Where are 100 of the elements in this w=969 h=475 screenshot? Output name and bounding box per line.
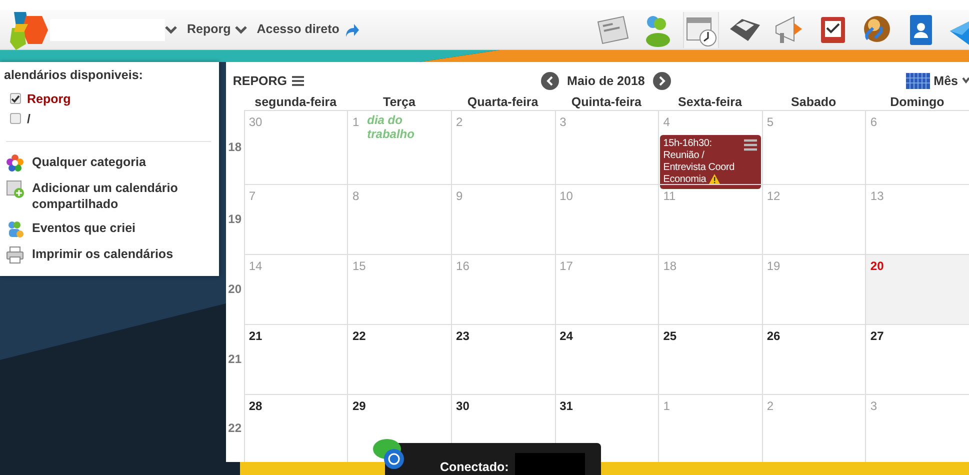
day-number: 10: [560, 188, 573, 205]
calendar-checkbox[interactable]: [10, 113, 21, 124]
day-number: 22: [352, 328, 366, 345]
day-cell[interactable]: 5: [762, 110, 866, 184]
month-grid-icon[interactable]: [906, 73, 930, 89]
shortcut-link[interactable]: Acesso direto: [256, 20, 360, 39]
day-cell[interactable]: 1: [658, 394, 762, 462]
menu-dropdown[interactable]: Reporg: [187, 20, 247, 39]
users-gear-icon[interactable]: [6, 220, 24, 238]
day-cell[interactable]: 16: [451, 254, 555, 324]
sidebar-link[interactable]: Eventos que criei: [32, 220, 136, 236]
menu-icon[interactable]: [291, 75, 306, 87]
day-cell[interactable]: 10: [554, 184, 658, 254]
day-cell[interactable]: 2: [762, 394, 866, 462]
printer-icon[interactable]: [6, 246, 24, 264]
day-cell[interactable]: 3: [554, 110, 658, 184]
day-cell[interactable]: 20: [865, 254, 969, 324]
flower-icon[interactable]: [6, 154, 24, 172]
week-number: 19: [227, 211, 243, 228]
chevron-icon[interactable]: [962, 76, 969, 86]
week-number: 18: [227, 139, 243, 156]
day-cell[interactable]: 7: [244, 184, 348, 254]
day-number: 30: [456, 398, 470, 415]
day-number: 30: [248, 114, 262, 131]
chevron-right-icon: [656, 76, 667, 86]
day-number: 3: [560, 114, 566, 131]
chevron-left-icon: [545, 76, 556, 86]
day-cell[interactable]: 21: [244, 324, 348, 394]
day-number: 16: [456, 258, 470, 275]
day-number: 9: [456, 188, 463, 205]
day-cell[interactable]: 27: [865, 324, 969, 394]
calendar-add-icon[interactable]: [6, 180, 24, 198]
view-dropdown[interactable]: Mês: [934, 72, 958, 90]
day-number: 23: [456, 328, 470, 345]
event-card[interactable]: 15h-16h30: Reunião / Entrevista Coord Economia: [660, 135, 761, 189]
day-cell[interactable]: 18: [658, 254, 762, 324]
day-cell[interactable]: 11: [658, 184, 762, 254]
sidebar-title: alendários disponiveis:: [4, 67, 144, 84]
next-month-button[interactable]: [652, 72, 671, 90]
day-cell[interactable]: 30: [244, 110, 348, 184]
day-number: 13: [870, 188, 884, 205]
day-number: 25: [663, 328, 677, 345]
day-number: 1: [352, 114, 360, 131]
calendar-title: REPORG: [232, 72, 288, 90]
day-number: 12: [766, 188, 780, 205]
holiday-label: dia do trabalho: [367, 113, 416, 141]
week-number: 20: [227, 281, 243, 298]
day-number: 19: [766, 258, 780, 275]
previous-month-button[interactable]: [541, 72, 560, 90]
day-number: 8: [352, 188, 360, 205]
weekday-header: Terça: [382, 94, 416, 110]
weekday-header: Quarta-feira: [466, 94, 540, 110]
day-cell[interactable]: 9: [451, 184, 555, 254]
calendar-name[interactable]: /: [27, 112, 30, 126]
search-field[interactable]: [50, 18, 165, 40]
day-cell[interactable]: 3: [865, 394, 969, 462]
day-number: 29: [352, 398, 366, 415]
day-cell[interactable]: 14: [244, 254, 348, 324]
day-cell[interactable]: 23: [451, 324, 555, 394]
day-cell[interactable]: 28: [244, 394, 348, 462]
day-cell[interactable]: 24: [554, 324, 658, 394]
day-cell[interactable]: 12: [762, 184, 866, 254]
day-number: 14: [248, 258, 262, 275]
day-number: 1: [663, 398, 670, 415]
weekday-header: Quinta-feira: [570, 94, 642, 110]
day-cell[interactable]: 6: [865, 110, 969, 184]
day-number: 7: [248, 188, 256, 205]
sidebar-link[interactable]: Qualquer categoria: [32, 154, 146, 170]
day-number: 15: [352, 258, 366, 275]
day-number: 3: [870, 398, 878, 415]
redacted-field: [515, 453, 585, 475]
day-number: 2: [456, 114, 463, 131]
weekday-header: segunda-feira: [254, 94, 338, 110]
month-title: Maio de 2018: [567, 72, 645, 90]
day-cell[interactable]: 17: [554, 254, 658, 324]
calendar-checkbox[interactable]: [10, 93, 21, 104]
day-cell[interactable]: 8: [347, 184, 452, 254]
day-cell[interactable]: 1 dia do trabalho: [347, 110, 452, 184]
day-cell[interactable]: 2: [451, 110, 555, 184]
day-number: 21: [248, 328, 262, 345]
sidebar-link[interactable]: Adicionar um calendário compartilhado: [32, 180, 211, 212]
menu-icon[interactable]: [744, 139, 757, 151]
day-cell[interactable]: 15: [347, 254, 452, 324]
day-number: 6: [870, 114, 878, 131]
day-number: 24: [560, 328, 573, 345]
day-cell[interactable]: 22: [347, 324, 452, 394]
day-number: 26: [766, 328, 780, 345]
week-number: 21: [227, 351, 243, 368]
chevron-icon[interactable]: [165, 24, 177, 34]
day-cell[interactable]: 4 15h-16h30: Reunião / Entrevista Coord Economia: [658, 110, 762, 184]
day-number: 27: [870, 328, 884, 345]
calendar-name[interactable]: Reporg: [27, 92, 71, 106]
day-cell[interactable]: 25: [658, 324, 762, 394]
day-number: 17: [560, 258, 573, 275]
day-number: 20: [870, 258, 884, 275]
weekday-header: Sexta-feira: [677, 94, 743, 110]
day-cell[interactable]: 26: [762, 324, 866, 394]
sidebar-link[interactable]: Imprimir os calendários: [32, 246, 174, 262]
day-number: 5: [766, 114, 774, 131]
day-number: 4: [663, 114, 670, 131]
